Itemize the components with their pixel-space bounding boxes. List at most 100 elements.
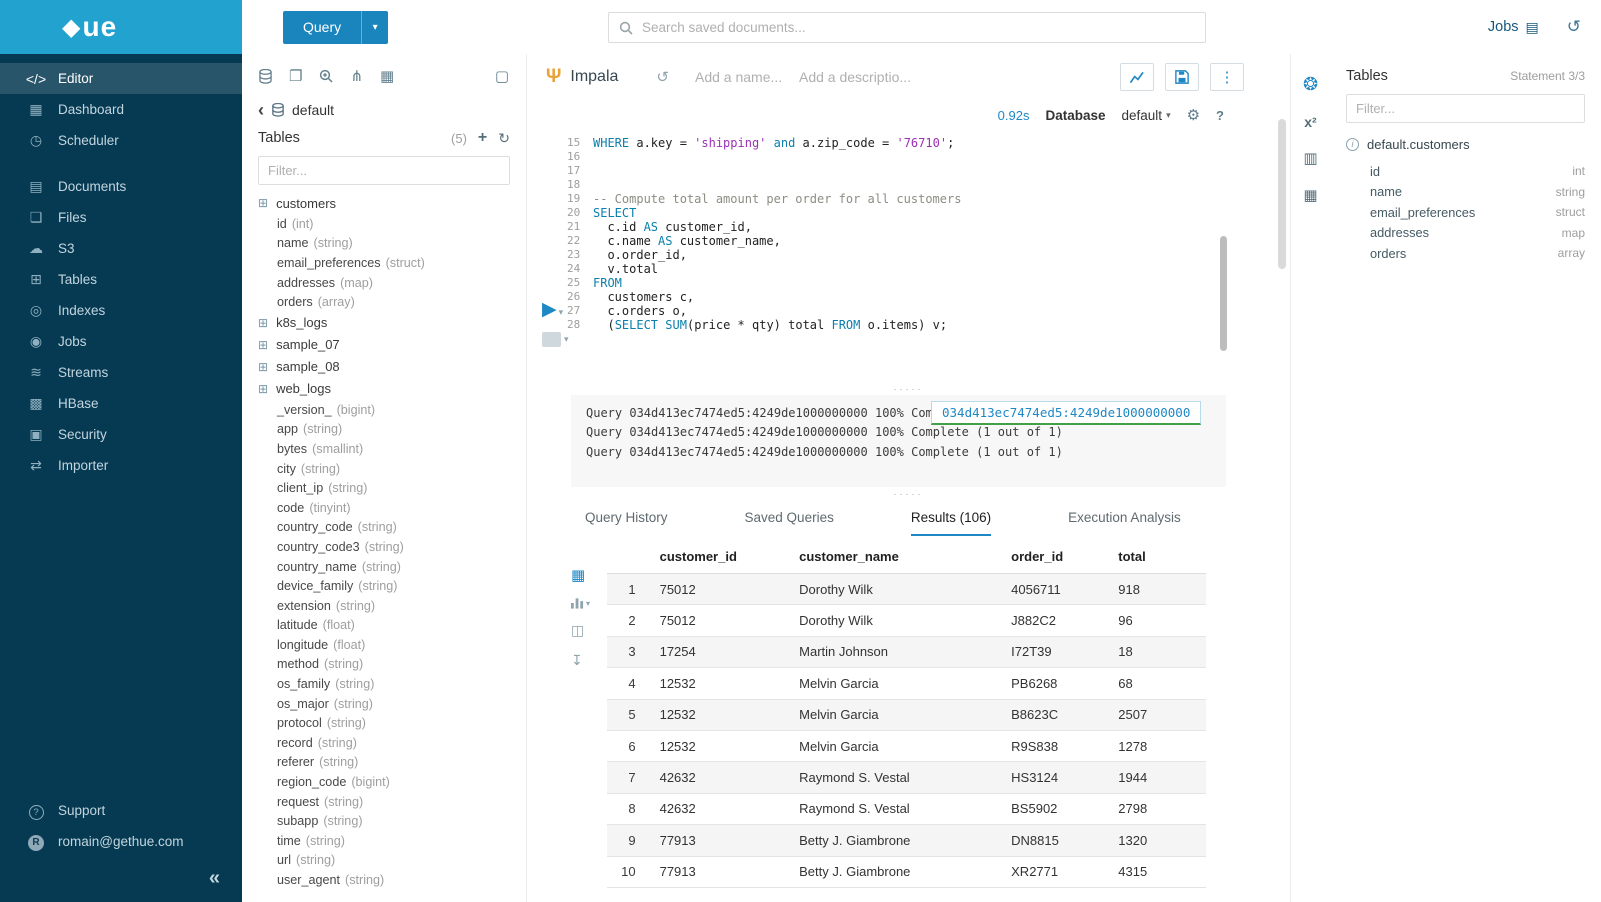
column-item-country-code[interactable]: country_code(string)	[242, 518, 526, 538]
execute-options-caret[interactable]: ▾	[559, 307, 564, 318]
nav-item-indexes[interactable]: ◎Indexes	[0, 295, 242, 326]
database-select[interactable]: default ▾	[1122, 108, 1171, 123]
column-item-latitude[interactable]: latitude(float)	[242, 616, 526, 636]
back-chevron-icon[interactable]: ‹	[258, 101, 264, 119]
jobs-link[interactable]: Jobs ▤	[1488, 19, 1539, 36]
nav-item-streams[interactable]: ≋Streams	[0, 357, 242, 388]
column-item-request[interactable]: request(string)	[242, 792, 526, 812]
nav-item-security[interactable]: ▣Security	[0, 419, 242, 450]
column-item-app[interactable]: app(string)	[242, 420, 526, 440]
column-item-name[interactable]: namestring	[1370, 182, 1585, 203]
result-row[interactable]: 1077913Betty J. GiambroneXR27714315	[607, 857, 1206, 888]
column-item-url[interactable]: url(string)	[242, 851, 526, 871]
column-item-user-agent[interactable]: user_agent(string)	[242, 870, 526, 890]
nav-item-files[interactable]: ❏Files	[0, 202, 242, 233]
new-query-button[interactable]: Query ▾	[283, 11, 388, 44]
documentation-icon[interactable]: ❂	[1303, 74, 1318, 95]
code-editor[interactable]: 15WHERE a.key = 'shipping' and a.zip_cod…	[527, 130, 1290, 382]
column-item-id[interactable]: id(int)	[242, 214, 526, 234]
nav-item-hbase[interactable]: ▩HBase	[0, 388, 242, 419]
language-reference-book-icon[interactable]: ▥	[1303, 149, 1317, 167]
result-row[interactable]: 742632Raymond S. VestalHS31241944	[607, 762, 1206, 793]
column-item-code[interactable]: code(tinyint)	[242, 498, 526, 518]
chart-view-icon[interactable]: ▾	[571, 597, 590, 609]
documents-copy-icon[interactable]: ❐	[289, 67, 302, 85]
database-breadcrumb[interactable]: default	[292, 102, 334, 118]
tab-results-106[interactable]: Results (106)	[911, 500, 991, 536]
column-item-client-ip[interactable]: client_ip(string)	[242, 478, 526, 498]
column-item-name[interactable]: name(string)	[242, 234, 526, 254]
refresh-icon[interactable]: ↻	[498, 130, 510, 147]
column-item-longitude[interactable]: longitude(float)	[242, 635, 526, 655]
table-item-sample-08[interactable]: ⊞sample_08	[242, 356, 526, 378]
nav-item-dashboard[interactable]: ▦Dashboard	[0, 94, 242, 125]
result-row[interactable]: 317254Martin JohnsonI72T3918	[607, 637, 1206, 668]
code-line[interactable]: 19-- Compute total amount per order for …	[567, 192, 1290, 206]
functions-icon[interactable]: x²	[1304, 114, 1316, 130]
column-item-orders[interactable]: ordersarray	[1370, 243, 1585, 264]
column-item-method[interactable]: method(string)	[242, 655, 526, 675]
search-input[interactable]	[642, 20, 1195, 35]
column-item-time[interactable]: time(string)	[242, 831, 526, 851]
nav-item-tables[interactable]: ⊞Tables	[0, 264, 242, 295]
column-header-customer-id[interactable]: customer_id	[652, 549, 792, 564]
query-name-input[interactable]	[695, 69, 797, 85]
column-item-version[interactable]: _version_(bigint)	[242, 400, 526, 420]
column-item-country-code3[interactable]: country_code3(string)	[242, 537, 526, 557]
result-row[interactable]: 612532Melvin GarciaR9S8381278	[607, 731, 1206, 762]
panel-scrollbar[interactable]	[1278, 119, 1286, 269]
result-row[interactable]: 842632Raymond S. VestalBS59022798	[607, 794, 1206, 825]
nav-item-support[interactable]: ? Support	[0, 795, 242, 826]
grid-view-icon[interactable]: ▦	[571, 566, 585, 584]
code-line[interactable]: 23 o.order_id,	[567, 248, 1290, 262]
code-line[interactable]: 16	[567, 150, 1290, 164]
result-row[interactable]: 175012Dorothy Wilk4056711918	[607, 574, 1206, 605]
column-item-protocol[interactable]: protocol(string)	[242, 713, 526, 733]
code-line[interactable]: 17	[567, 164, 1290, 178]
editor-scrollbar[interactable]	[1220, 236, 1227, 351]
column-item-city[interactable]: city(string)	[242, 459, 526, 479]
resize-handle-top[interactable]	[527, 382, 1290, 395]
tab-execution-analysis[interactable]: Execution Analysis	[1068, 500, 1181, 536]
query-description-input[interactable]	[799, 69, 911, 85]
column-header-customer-name[interactable]: customer_name	[791, 549, 1003, 564]
save-button[interactable]	[1165, 63, 1199, 91]
column-item-extension[interactable]: extension(string)	[242, 596, 526, 616]
bag-icon[interactable]: ▢	[495, 67, 509, 85]
columns-view-icon[interactable]: ◫	[571, 622, 584, 639]
query-history-icon[interactable]: ↺	[656, 68, 669, 86]
column-item-email-preferences[interactable]: email_preferences(struct)	[242, 253, 526, 273]
column-item-id[interactable]: idint	[1370, 161, 1585, 182]
resize-handle-bottom[interactable]	[527, 487, 1290, 500]
code-line[interactable]: 28 (SELECT SUM(price * qty) total FROM o…	[567, 318, 1290, 332]
result-row[interactable]: 977913Betty J. GiambroneDN88151320	[607, 825, 1206, 856]
database-source-icon[interactable]	[259, 69, 272, 84]
code-line[interactable]: 24 v.total	[567, 262, 1290, 276]
add-table-icon[interactable]: +	[478, 129, 487, 147]
code-line[interactable]: 27 c.orders o,	[567, 304, 1290, 318]
column-item-addresses[interactable]: addresses(map)	[242, 273, 526, 293]
column-item-os-major[interactable]: os_major(string)	[242, 694, 526, 714]
code-line[interactable]: 26 customers c,	[567, 290, 1290, 304]
nav-item-user[interactable]: R romain@gethue.com	[0, 826, 242, 857]
table-item-sample-07[interactable]: ⊞sample_07	[242, 334, 526, 356]
download-icon[interactable]: ↧	[571, 652, 583, 669]
column-item-addresses[interactable]: addressesmap	[1370, 223, 1585, 244]
gear-icon[interactable]: ⚙	[1187, 106, 1200, 124]
result-row[interactable]: 512532Melvin GarciaB8623C2507	[607, 700, 1206, 731]
query-button-label[interactable]: Query	[283, 11, 361, 44]
column-item-os-family[interactable]: os_family(string)	[242, 674, 526, 694]
help-icon[interactable]: ?	[1216, 108, 1224, 123]
column-item-email-preferences[interactable]: email_preferencesstruct	[1370, 202, 1585, 223]
tab-saved-queries[interactable]: Saved Queries	[745, 500, 834, 536]
table-item-web-logs[interactable]: ⊞web_logs	[242, 378, 526, 400]
result-row[interactable]: 412532Melvin GarciaPB626868	[607, 668, 1206, 699]
code-line[interactable]: 22 c.name AS customer_name,	[567, 234, 1290, 248]
execute-button[interactable]: ▶	[542, 300, 557, 319]
query-dropdown-caret[interactable]: ▾	[361, 11, 388, 44]
column-item-region-code[interactable]: region_code(bigint)	[242, 772, 526, 792]
code-line[interactable]: 21 c.id AS customer_id,	[567, 220, 1290, 234]
code-line[interactable]: 15WHERE a.key = 'shipping' and a.zip_cod…	[567, 136, 1290, 150]
nav-item-s3[interactable]: ☁S3	[0, 233, 242, 264]
result-row[interactable]: 275012Dorothy WilkJ882C296	[607, 605, 1206, 636]
